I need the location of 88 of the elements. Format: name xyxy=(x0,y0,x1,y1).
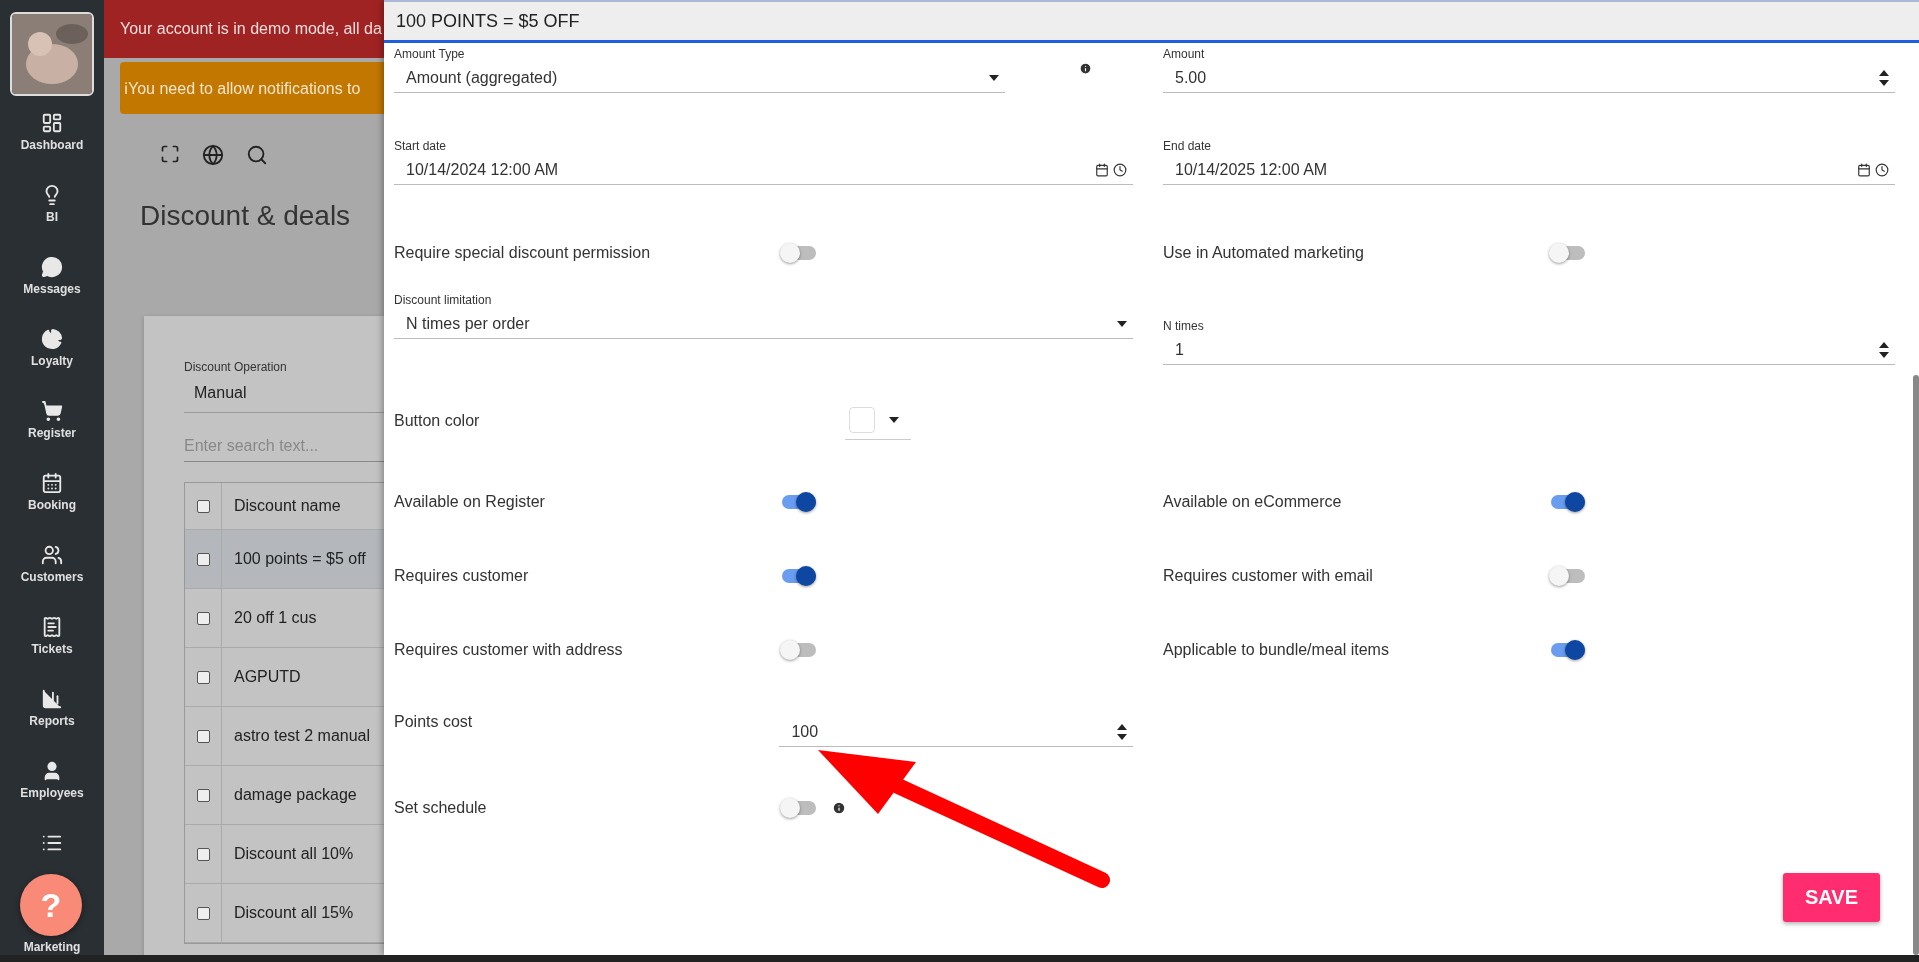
checkbox[interactable] xyxy=(196,847,210,861)
field-label: Amount Type xyxy=(394,47,466,61)
column-header[interactable]: Discount name xyxy=(222,497,341,515)
nav-label[interactable]: Messages xyxy=(23,282,81,296)
nav-label[interactable]: Booking xyxy=(28,498,76,512)
table-cell[interactable]: astro test 2 manual xyxy=(222,727,371,745)
checkbox[interactable] xyxy=(196,499,210,513)
clock-icon[interactable] xyxy=(1113,162,1127,177)
receipt-icon[interactable] xyxy=(41,616,63,638)
calendar-icon[interactable] xyxy=(41,472,63,494)
setting-label: Set schedule xyxy=(394,799,488,817)
save-button[interactable]: SAVE xyxy=(1783,873,1880,922)
setting-label: Available on eCommerce xyxy=(1163,493,1343,511)
table-cell[interactable]: damage package xyxy=(222,786,357,804)
nav-label[interactable]: Reports xyxy=(29,714,75,728)
checkbox[interactable] xyxy=(196,788,210,802)
cart-icon[interactable] xyxy=(41,400,63,422)
toggle-switch[interactable] xyxy=(1549,565,1587,587)
field-label: N times xyxy=(1163,319,1205,333)
nav-label[interactable]: Dashboard xyxy=(20,138,84,152)
toggle-switch[interactable] xyxy=(780,797,818,819)
info-icon[interactable] xyxy=(1079,61,1092,75)
toggle-switch[interactable] xyxy=(1549,242,1587,264)
spinner-icon[interactable] xyxy=(1879,68,1889,87)
checkbox[interactable] xyxy=(196,670,210,684)
panel-title: 100 POINTS = $5 OFF xyxy=(384,0,1919,43)
fullscreen-icon[interactable] xyxy=(160,144,180,164)
caret-icon xyxy=(1117,319,1127,328)
nav-label[interactable]: Tickets xyxy=(31,642,73,656)
spinner-icon[interactable] xyxy=(1879,340,1889,359)
field-label: Discount Operation xyxy=(184,360,288,374)
setting-label: Available on Register xyxy=(394,493,546,511)
nav-label[interactable]: Register xyxy=(28,426,76,440)
dropdown-field[interactable]: Amount (aggregated) xyxy=(394,63,1005,93)
setting-label: Points cost xyxy=(394,713,474,731)
setting-label: Require special discount permission xyxy=(394,244,652,262)
checkbox[interactable] xyxy=(196,552,210,566)
nav-label[interactable]: Marketing xyxy=(23,940,81,954)
table-cell[interactable]: Discount all 10% xyxy=(222,845,354,863)
toggle-switch[interactable] xyxy=(1549,639,1587,661)
table-cell[interactable]: Discount all 15% xyxy=(222,904,354,922)
scrollbar[interactable] xyxy=(1913,375,1919,955)
nav-label[interactable]: Loyalty xyxy=(31,354,73,368)
number-field[interactable]: 1 xyxy=(1163,335,1895,365)
calendar-icon[interactable] xyxy=(1095,162,1109,177)
calendar-icon[interactable] xyxy=(1857,162,1871,177)
setting-label: Requires customer with address xyxy=(394,641,624,659)
clock-icon[interactable] xyxy=(1875,162,1889,177)
caret-icon xyxy=(889,415,899,424)
nav-label[interactable]: Employees xyxy=(20,786,84,800)
field-label: Discount limitation xyxy=(394,293,493,307)
dashboard-icon[interactable] xyxy=(41,112,63,134)
number-field[interactable]: 100 xyxy=(779,717,1133,747)
people-icon[interactable] xyxy=(41,544,63,566)
checkbox[interactable] xyxy=(196,906,210,920)
spinner-icon[interactable] xyxy=(1117,722,1127,741)
nav-label[interactable]: Customers xyxy=(20,570,84,584)
page-title: Discount & deals xyxy=(140,200,352,232)
setting-label: Use in Automated marketing xyxy=(1163,244,1365,262)
date-field[interactable]: 10/14/2025 12:00 AM xyxy=(1163,155,1895,185)
nav-label[interactable]: BI xyxy=(46,210,58,224)
toggle-switch[interactable] xyxy=(780,565,818,587)
setting-label: Requires customer with email xyxy=(1163,567,1374,585)
caret-icon xyxy=(989,73,999,82)
field-label: Amount xyxy=(1163,47,1206,61)
toggle-switch[interactable] xyxy=(1549,491,1587,513)
toggle-switch[interactable] xyxy=(780,242,818,264)
table-cell[interactable]: AGPUTD xyxy=(222,668,301,686)
notification-banner: ℹYou need to allow notifications to xyxy=(120,62,384,114)
checkbox[interactable] xyxy=(196,729,210,743)
toggle-switch[interactable] xyxy=(780,639,818,661)
table-cell[interactable]: 20 off 1 cus xyxy=(222,609,317,627)
dropdown-field[interactable]: N times per order xyxy=(394,309,1133,339)
demo-banner: Your account is in demo mode, all da xyxy=(104,0,384,58)
field-label: Start date xyxy=(394,139,448,153)
number-field[interactable]: 5.00 xyxy=(1163,63,1895,93)
pie-chart-icon[interactable] xyxy=(41,328,63,350)
globe-icon[interactable] xyxy=(202,144,224,166)
search-icon[interactable] xyxy=(246,144,268,166)
info-icon[interactable] xyxy=(832,801,846,815)
field-label: End date xyxy=(1163,139,1213,153)
chat-icon[interactable] xyxy=(41,256,63,278)
checkbox[interactable] xyxy=(196,611,210,625)
setting-label: Requires customer xyxy=(394,567,530,585)
toggle-switch[interactable] xyxy=(780,491,818,513)
setting-label: Button color xyxy=(394,412,481,430)
setting-label: Applicable to bundle/meal items xyxy=(1163,641,1390,659)
date-field[interactable]: 10/14/2024 12:00 AM xyxy=(394,155,1133,185)
